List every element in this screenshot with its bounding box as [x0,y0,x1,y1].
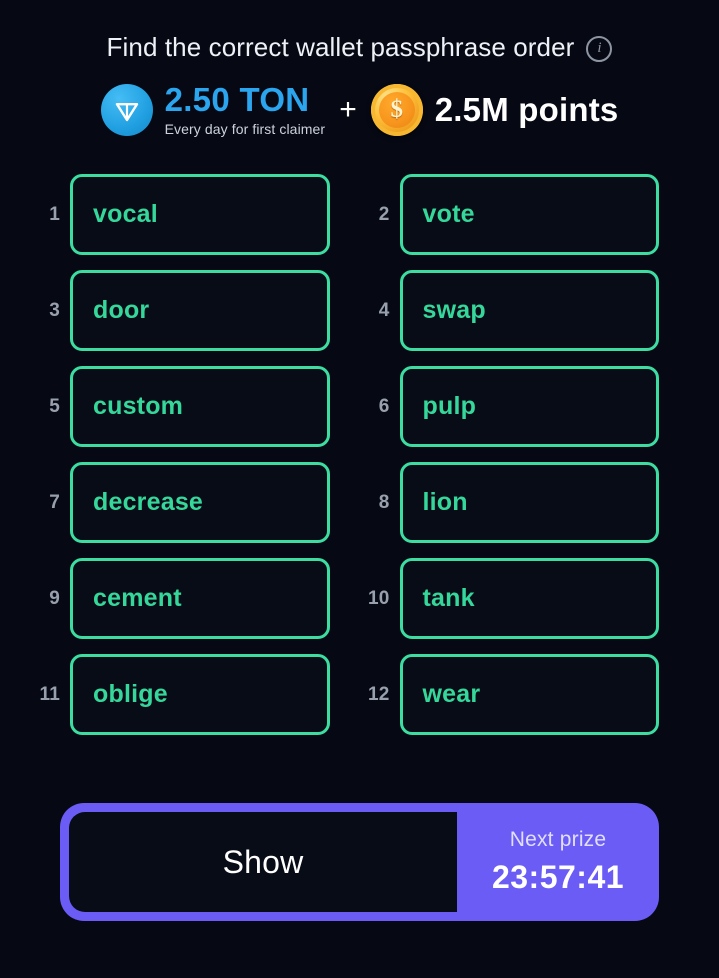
word-cell: 3 door [0,270,330,351]
word-index: 2 [378,203,390,225]
info-icon[interactable]: i [586,35,613,62]
ton-prize-block: 2.50 TON Every day for first claimer [100,83,326,136]
ton-amount-group: 2.50 TON Every day for first claimer [165,83,326,136]
word-index: 11 [39,683,60,705]
word-index: 4 [378,299,390,321]
word-text: vocal [93,200,158,228]
word-cell: 2 vote [330,174,659,255]
word-index: 7 [49,491,60,513]
word-text: pulp [422,392,477,420]
points-prize-block: $ 2.5M points [370,84,619,136]
ton-logo-icon [100,83,153,136]
points-amount: 2.5M points [434,91,619,128]
word-index: 12 [367,683,390,705]
word-text: oblige [93,680,168,708]
word-text: tank [422,584,475,612]
word-text: cement [93,584,182,612]
prize-summary: 2.50 TON Every day for first claimer + $… [0,83,719,136]
word-box[interactable]: custom [70,366,330,447]
word-text: door [93,296,150,324]
word-text: lion [422,488,468,516]
plus-separator: + [339,93,357,126]
word-cell: 12 wear [330,654,659,735]
word-cell: 9 cement [0,558,330,639]
passphrase-game-screen: Find the correct wallet passphrase order… [0,0,719,978]
word-cell: 1 vocal [0,174,330,255]
page-title: Find the correct wallet passphrase order [106,32,575,62]
action-bar: Show Next prize 23:57:41 [60,803,659,921]
word-cell: 5 custom [0,366,330,447]
word-index: 5 [49,395,60,417]
next-prize-timer: 23:57:41 [491,859,625,895]
dollar-coin-icon: $ [370,84,423,136]
word-index: 10 [367,587,390,609]
word-box[interactable]: vocal [70,174,330,255]
word-box[interactable]: lion [399,462,659,543]
word-index: 6 [378,395,390,417]
word-text: vote [422,200,475,228]
word-index: 8 [378,491,390,513]
next-prize-label: Next prize [509,828,607,851]
word-cell: 8 lion [330,462,659,543]
word-box[interactable]: wear [399,654,659,735]
word-box[interactable]: cement [70,558,330,639]
passphrase-word-grid: 1 vocal 2 vote 3 door 4 swap 5 custom 6 pulp 7 decrea… [0,174,719,735]
word-box[interactable]: pulp [399,366,659,447]
word-index: 9 [49,587,60,609]
word-text: decrease [93,488,204,516]
word-index: 3 [49,299,60,321]
word-box[interactable]: oblige [70,654,330,735]
word-box[interactable]: decrease [70,462,330,543]
word-cell: 6 pulp [330,366,659,447]
next-prize-panel[interactable]: Next prize 23:57:41 [457,803,659,921]
word-index: 1 [49,203,60,225]
word-box[interactable]: vote [399,174,659,255]
word-cell: 7 decrease [0,462,330,543]
show-button[interactable]: Show [69,812,457,912]
word-cell: 4 swap [330,270,659,351]
word-text: swap [422,296,486,324]
header: Find the correct wallet passphrase order… [0,32,719,63]
word-text: custom [93,392,184,420]
word-box[interactable]: tank [399,558,659,639]
ton-subtitle: Every day for first claimer [164,121,326,137]
word-box[interactable]: door [70,270,330,351]
ton-amount: 2.50 TON [164,81,310,118]
word-cell: 10 tank [330,558,659,639]
word-box[interactable]: swap [399,270,659,351]
word-cell: 11 oblige [0,654,330,735]
word-text: wear [422,680,481,708]
coin-dollar-glyph: $ [378,92,415,128]
